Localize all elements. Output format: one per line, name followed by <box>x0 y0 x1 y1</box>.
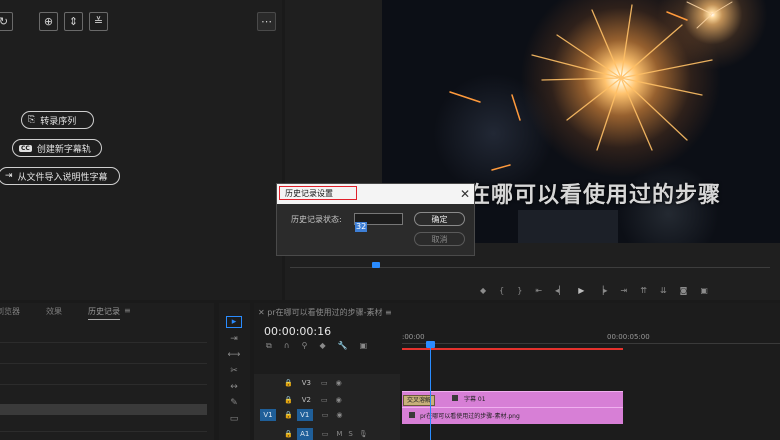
work-area-bar[interactable] <box>402 348 623 350</box>
timeline-close-icon[interactable]: ✕ <box>258 308 267 317</box>
clip-v2-title[interactable]: 交叉溶解 字幕 01 <box>402 391 623 407</box>
track-v2-label: V2 <box>301 396 311 404</box>
ruler-mark-label: 00:00:05:00 <box>607 333 650 341</box>
clip-v2-title-label: 字幕 01 <box>464 396 486 403</box>
transcribe-label: 转录序列 <box>40 116 77 127</box>
lock-icon[interactable]: 🔒 <box>284 411 293 419</box>
export-frame-icon[interactable]: ▣ <box>700 286 708 295</box>
create-caption-label: 创建新字幕轨 <box>36 144 91 155</box>
solo-icon[interactable]: S <box>348 430 352 438</box>
extract-icon[interactable]: ⇊ <box>660 286 667 295</box>
lock-icon[interactable]: 🔒 <box>284 430 293 438</box>
lock-icon[interactable]: 🔒 <box>284 396 293 404</box>
clip-v1-name: pr在哪可以看使用过的步骤-素材.png <box>420 413 520 420</box>
history-list <box>0 322 207 440</box>
split-icon[interactable]: ≚ <box>89 12 108 31</box>
ok-button[interactable]: 确定 <box>414 212 465 226</box>
history-selected-row[interactable] <box>0 404 207 415</box>
track-a1-label[interactable]: A1 <box>296 427 313 440</box>
import-file-label: 从文件导入说明性字幕 <box>17 172 108 183</box>
clip-fx-badge-icon <box>409 412 415 418</box>
transport-controls: ◆ { } ⇤ ◂▏ ▶ ▕▸ ⇥ ⇈ ⇊ ◙ ▣ <box>480 284 770 296</box>
create-caption-track-button[interactable]: CC 创建新字幕轨 <box>12 139 102 157</box>
timeline-tool-icons: ⧉ ∩ ⚲ ◆ 🔧 ▣ <box>266 341 367 351</box>
history-settings-dialog: 历史记录设置 ✕ 历史记录状态: 32 确定 取消 <box>276 183 475 256</box>
timeline-playhead[interactable] <box>430 344 431 440</box>
clip-v1-image[interactable]: pr在哪可以看使用过的步骤-素材.png <box>402 407 623 424</box>
lift-icon[interactable]: ⇈ <box>640 286 647 295</box>
nest-icon[interactable]: ⧉ <box>266 341 272 351</box>
track-select-icon[interactable]: ⇥ <box>230 334 238 344</box>
align-center-icon[interactable]: ⇕ <box>64 12 83 31</box>
tab-menu-icon[interactable]: ≡ <box>124 306 131 320</box>
timeline-menu-icon[interactable]: ≡ <box>383 308 392 317</box>
razor-icon[interactable]: ✂ <box>230 366 238 376</box>
eye-icon[interactable]: ◉ <box>336 396 342 404</box>
settings-wrench-icon[interactable]: 🔧 <box>338 341 348 351</box>
track-v2: 🔒 V2 ▭ ◉ <box>254 393 400 407</box>
source-v1-target[interactable]: V1 <box>260 409 276 421</box>
step-back-icon[interactable]: ◂▏ <box>555 286 565 295</box>
eye-icon[interactable]: ◉ <box>336 379 342 387</box>
pen-tool-icon[interactable]: ✎ <box>230 398 238 408</box>
refresh-icon[interactable]: ↻ <box>0 12 13 31</box>
play-icon[interactable]: ▶ <box>578 286 584 295</box>
timeline-title: pr在哪可以看使用过的步骤-素材 <box>267 308 383 317</box>
selection-tool-icon[interactable]: ▸ <box>226 316 242 328</box>
history-states-value: 32 <box>355 222 368 232</box>
import-captions-button[interactable]: ⇥ 从文件导入说明性字幕 <box>0 167 120 185</box>
snap-icon[interactable]: ∩ <box>284 341 290 351</box>
cc-icon: CC <box>19 144 32 152</box>
sync-lock-icon[interactable]: ▭ <box>321 396 328 404</box>
sync-lock-icon[interactable]: ▭ <box>322 411 329 419</box>
track-v1: V1 🔒 V1 ▭ ◉ <box>254 408 400 422</box>
marker-icon[interactable]: ◆ <box>480 286 486 295</box>
history-states-label: 历史记录状态: <box>291 215 342 224</box>
go-to-out-icon[interactable]: ⇥ <box>621 286 628 295</box>
ruler-start-label: :00:00 <box>402 333 425 341</box>
mark-in-icon[interactable]: { <box>499 286 504 295</box>
mute-icon[interactable]: M <box>336 430 342 438</box>
camera-icon[interactable]: ◙ <box>680 286 688 295</box>
lock-icon[interactable]: 🔒 <box>284 379 293 387</box>
dialog-title: 历史记录设置 <box>279 186 357 200</box>
monitor-playhead[interactable] <box>372 262 380 268</box>
video-overlay-text: 在哪可以看使用过的步骤 <box>468 183 722 208</box>
close-icon[interactable]: ✕ <box>459 187 471 201</box>
history-tabs: 浏览器 效果 历史记录 ≡ <box>0 306 131 320</box>
tab-history[interactable]: 历史记录 <box>88 306 120 320</box>
track-v3-label: V3 <box>301 379 311 387</box>
add-marker-icon[interactable]: ◆ <box>319 341 325 351</box>
eye-icon[interactable]: ◉ <box>336 411 342 419</box>
step-forward-icon[interactable]: ▕▸ <box>597 286 607 295</box>
go-to-in-icon[interactable]: ⇤ <box>535 286 542 295</box>
timeline-playhead-handle[interactable] <box>426 341 435 348</box>
ripple-edit-icon[interactable]: ⟷ <box>228 350 241 360</box>
timeline-ruler[interactable]: :00:00 00:00:05:00 <box>402 330 780 354</box>
transcribe-sequence-button[interactable]: ⎘ 转录序列 <box>21 111 94 129</box>
mark-out-icon[interactable]: } <box>517 286 522 295</box>
microphone-icon[interactable]: 🎙 <box>359 430 368 438</box>
track-v3: 🔒 V3 ▭ ◉ <box>254 376 400 390</box>
import-icon: ⇥ <box>5 171 13 181</box>
history-states-input[interactable]: 32 <box>354 213 403 232</box>
timeline-tab[interactable]: ✕ pr在哪可以看使用过的步骤-素材 ≡ <box>258 307 392 318</box>
linked-icon[interactable]: ⚲ <box>302 341 308 351</box>
rectangle-tool-icon[interactable]: ▭ <box>230 414 239 424</box>
slip-tool-icon[interactable]: ↔ <box>230 382 238 392</box>
sync-lock-icon[interactable]: ▭ <box>322 430 329 438</box>
more-icon[interactable]: ⋯ <box>257 12 276 31</box>
tab-browser[interactable]: 浏览器 <box>0 306 20 320</box>
timeline-timecode[interactable]: 00:00:00:16 <box>264 325 331 338</box>
sync-lock-icon[interactable]: ▭ <box>321 379 328 387</box>
transcribe-icon: ⎘ <box>28 115 36 125</box>
add-icon[interactable]: ⊕ <box>39 12 58 31</box>
tab-effects[interactable]: 效果 <box>46 306 62 320</box>
track-v1-label[interactable]: V1 <box>296 409 313 421</box>
clip-fx-badge-icon <box>452 395 458 401</box>
monitor-scrub-bar[interactable] <box>290 262 770 274</box>
cancel-button[interactable]: 取消 <box>414 232 465 246</box>
captions-toggle-icon[interactable]: ▣ <box>360 341 368 351</box>
track-a1: 🔒 A1 ▭ M S 🎙 <box>254 427 400 440</box>
